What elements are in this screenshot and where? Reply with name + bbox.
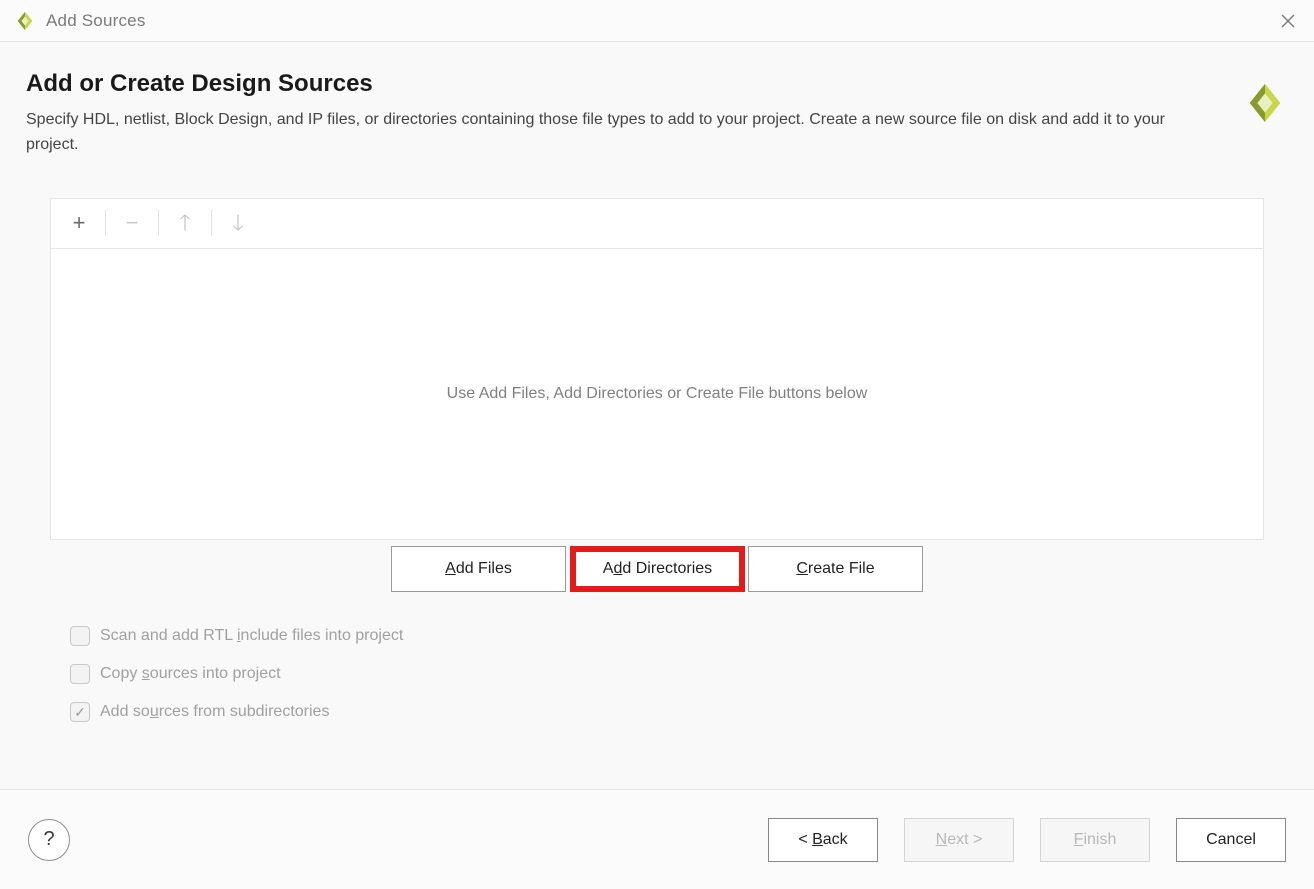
options-checkboxes: ✓ Scan and add RTL include files into pr… xyxy=(50,626,1264,722)
app-logo-icon xyxy=(14,10,36,32)
page-description: Specify HDL, netlist, Block Design, and … xyxy=(26,108,1206,158)
finish-button[interactable]: Finish xyxy=(1040,818,1150,862)
checkbox-icon: ✓ xyxy=(70,702,90,722)
mid-button-row: Add Files Add Directories Create File xyxy=(50,546,1264,592)
plus-icon: + xyxy=(73,212,86,234)
move-down-button[interactable]: 🡓 xyxy=(218,203,258,243)
content-area: Add or Create Design Sources Specify HDL… xyxy=(0,42,1314,722)
help-icon: ? xyxy=(43,828,54,851)
scan-include-files-option[interactable]: ✓ Scan and add RTL include files into pr… xyxy=(70,626,1264,646)
toolbar-divider xyxy=(105,210,106,236)
remove-source-button[interactable]: − xyxy=(112,203,152,243)
create-file-button[interactable]: Create File xyxy=(748,546,923,592)
copy-sources-option[interactable]: ✓ Copy sources into project xyxy=(70,664,1264,684)
toolbar-divider xyxy=(211,210,212,236)
empty-placeholder-text: Use Add Files, Add Directories or Create… xyxy=(447,385,868,403)
wizard-footer: ? < Back Next > Finish Cancel xyxy=(0,789,1314,889)
close-icon[interactable] xyxy=(1276,9,1300,33)
back-button[interactable]: < Back xyxy=(768,818,878,862)
move-up-button[interactable]: 🡑 xyxy=(165,203,205,243)
titlebar: Add Sources xyxy=(0,0,1314,42)
window-title: Add Sources xyxy=(46,11,146,31)
app-logo-large-icon xyxy=(1242,80,1288,126)
sources-panel: + − 🡑 🡓 Use Add Files, Add Directories o… xyxy=(50,198,1264,540)
sources-list-empty: Use Add Files, Add Directories or Create… xyxy=(51,249,1263,539)
checkbox-icon: ✓ xyxy=(70,664,90,684)
toolbar-divider xyxy=(158,210,159,236)
sources-toolbar: + − 🡑 🡓 xyxy=(51,199,1263,249)
add-directories-button[interactable]: Add Directories xyxy=(570,546,745,592)
page-title: Add or Create Design Sources xyxy=(26,70,1230,98)
checkbox-icon: ✓ xyxy=(70,626,90,646)
help-button[interactable]: ? xyxy=(28,819,70,861)
add-subdirectories-option[interactable]: ✓ Add sources from subdirectories xyxy=(70,702,1264,722)
cancel-button[interactable]: Cancel xyxy=(1176,818,1286,862)
add-source-button[interactable]: + xyxy=(59,203,99,243)
add-files-button[interactable]: Add Files xyxy=(391,546,566,592)
next-button[interactable]: Next > xyxy=(904,818,1014,862)
arrow-up-icon: 🡑 xyxy=(179,212,190,234)
arrow-down-icon: 🡓 xyxy=(232,212,243,234)
minus-icon: − xyxy=(126,212,139,234)
